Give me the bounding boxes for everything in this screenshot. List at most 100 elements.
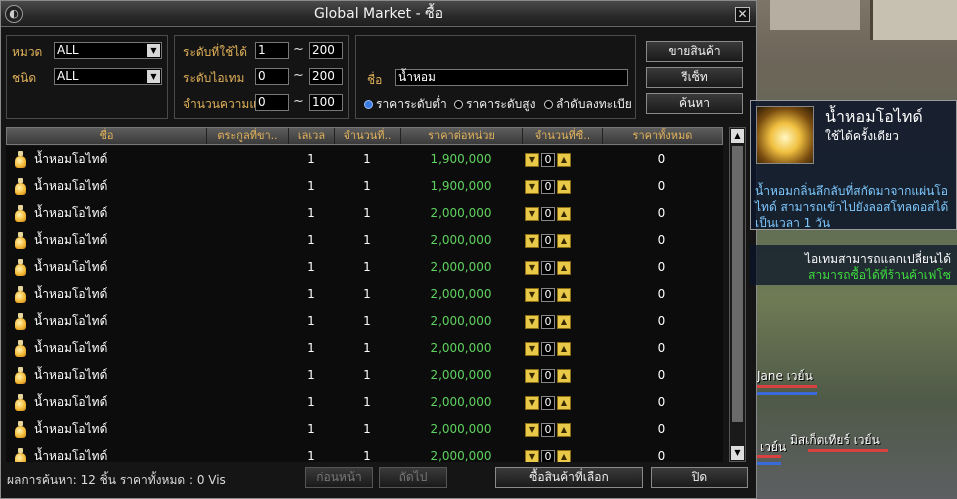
character-name-jane[interactable]: Jane เวย์น: [757, 367, 813, 386]
buy-quantity-value[interactable]: 0: [541, 207, 555, 221]
quantity-stepper[interactable]: ▼ 0 ▲: [525, 369, 573, 383]
character-name-misketier[interactable]: มิสเก็ตเทียร์ เวย์น: [790, 431, 880, 450]
column-header-unit-price[interactable]: ราคาต่อหน่วย: [401, 128, 523, 144]
window-menu-icon[interactable]: ◐: [5, 5, 23, 23]
decrease-icon[interactable]: ▼: [525, 234, 539, 248]
increase-icon[interactable]: ▲: [557, 153, 571, 167]
decrease-icon[interactable]: ▼: [525, 288, 539, 302]
buy-quantity-value[interactable]: 0: [541, 423, 555, 437]
item-count: 1: [363, 395, 371, 409]
increase-icon[interactable]: ▲: [557, 342, 571, 356]
increase-icon[interactable]: ▲: [557, 423, 571, 437]
column-header-seller[interactable]: ตระกูลที่ขา..: [207, 128, 289, 144]
column-header-name[interactable]: ชื่อ: [7, 128, 207, 144]
buy-quantity-value[interactable]: 0: [541, 396, 555, 410]
sort-registration-radio[interactable]: ลำดับลงทะเบีย: [544, 95, 638, 114]
scrollbar-thumb[interactable]: [732, 146, 743, 422]
decrease-icon[interactable]: ▼: [525, 423, 539, 437]
increase-icon[interactable]: ▲: [557, 369, 571, 383]
buy-quantity-value[interactable]: 0: [541, 342, 555, 356]
quantity-stepper[interactable]: ▼ 0 ▲: [525, 423, 573, 437]
quantity-stepper[interactable]: ▼ 0 ▲: [525, 450, 573, 462]
type-select[interactable]: ALL ▼: [54, 68, 162, 85]
item-tooltip-notes: ไอเทมสามารถแลกเปลี่ยนได้ สามารถซื้อได้ที…: [750, 245, 957, 285]
item-level-min-input[interactable]: 0: [255, 68, 289, 85]
decrease-icon[interactable]: ▼: [525, 342, 539, 356]
scroll-down-icon[interactable]: ▼: [731, 446, 744, 460]
table-row[interactable]: น้ำหอมโอไทด์ 1 1 2,000,000 ▼ 0 ▲ 0: [6, 362, 723, 389]
table-row[interactable]: น้ำหอมโอไทด์ 1 1 2,000,000 ▼ 0 ▲ 0: [6, 443, 723, 462]
quantity-stepper[interactable]: ▼ 0 ▲: [525, 207, 573, 221]
increase-icon[interactable]: ▲: [557, 450, 571, 462]
buy-quantity-value[interactable]: 0: [541, 180, 555, 194]
table-row[interactable]: น้ำหอมโอไทด์ 1 1 2,000,000 ▼ 0 ▲ 0: [6, 200, 723, 227]
usable-level-max-input[interactable]: 200: [309, 42, 343, 59]
increase-icon[interactable]: ▲: [557, 207, 571, 221]
table-row[interactable]: น้ำหอมโอไทด์ 1 1 2,000,000 ▼ 0 ▲ 0: [6, 335, 723, 362]
quantity-stepper[interactable]: ▼ 0 ▲: [525, 315, 573, 329]
decrease-icon[interactable]: ▼: [525, 450, 539, 462]
results-scrollbar[interactable]: ▲ ▼: [729, 127, 746, 462]
table-row[interactable]: น้ำหอมโอไทด์ 1 1 2,000,000 ▼ 0 ▲ 0: [6, 308, 723, 335]
sell-button[interactable]: ขายสินค้า: [646, 41, 743, 62]
decrease-icon[interactable]: ▼: [525, 180, 539, 194]
buy-selected-button[interactable]: ซื้อสินค้าที่เลือก: [495, 467, 643, 488]
table-row[interactable]: น้ำหอมโอไทด์ 1 1 1,900,000 ▼ 0 ▲ 0: [6, 173, 723, 200]
scroll-up-icon[interactable]: ▲: [731, 129, 744, 143]
buy-quantity-value[interactable]: 0: [541, 288, 555, 302]
buy-quantity-value[interactable]: 0: [541, 450, 555, 462]
decrease-icon[interactable]: ▼: [525, 153, 539, 167]
table-row[interactable]: น้ำหอมโอไทด์ 1 1 2,000,000 ▼ 0 ▲ 0: [6, 416, 723, 443]
table-row[interactable]: น้ำหอมโอไทด์ 1 1 2,000,000 ▼ 0 ▲ 0: [6, 227, 723, 254]
quantity-stepper[interactable]: ▼ 0 ▲: [525, 288, 573, 302]
quantity-stepper[interactable]: ▼ 0 ▲: [525, 180, 573, 194]
table-row[interactable]: น้ำหอมโอไทด์ 1 1 1,900,000 ▼ 0 ▲ 0: [6, 146, 723, 173]
close-button[interactable]: ปิด: [651, 467, 748, 488]
reset-button[interactable]: รีเซ็ท: [646, 67, 743, 88]
next-page-button[interactable]: ถัดไป: [379, 467, 447, 488]
increase-icon[interactable]: ▲: [557, 234, 571, 248]
decrease-icon[interactable]: ▼: [525, 207, 539, 221]
search-input[interactable]: น้ำหอม: [395, 69, 628, 86]
sort-high-price-radio[interactable]: ราคาระดับสูง: [454, 95, 535, 114]
search-button[interactable]: ค้นหา: [646, 93, 743, 114]
table-row[interactable]: น้ำหอมโอไทด์ 1 1 2,000,000 ▼ 0 ▲ 0: [6, 389, 723, 416]
durability-min-input[interactable]: 0: [255, 94, 289, 111]
item-level: 1: [307, 449, 315, 462]
increase-icon[interactable]: ▲: [557, 288, 571, 302]
buy-quantity-value[interactable]: 0: [541, 369, 555, 383]
usable-level-min-input[interactable]: 1: [255, 42, 289, 59]
increase-icon[interactable]: ▲: [557, 396, 571, 410]
close-icon[interactable]: ✕: [735, 7, 750, 22]
decrease-icon[interactable]: ▼: [525, 396, 539, 410]
chevron-down-icon[interactable]: ▼: [147, 70, 160, 83]
quantity-stepper[interactable]: ▼ 0 ▲: [525, 153, 573, 167]
prev-page-button[interactable]: ก่อนหน้า: [305, 467, 373, 488]
item-level-max-input[interactable]: 200: [309, 68, 343, 85]
column-header-count[interactable]: จำนวนที่..: [335, 128, 401, 144]
buy-quantity-value[interactable]: 0: [541, 234, 555, 248]
sort-low-price-radio[interactable]: ราคาระดับต่ำ: [364, 95, 447, 114]
decrease-icon[interactable]: ▼: [525, 369, 539, 383]
category-select[interactable]: ALL ▼: [54, 42, 162, 59]
quantity-stepper[interactable]: ▼ 0 ▲: [525, 261, 573, 275]
window-titlebar[interactable]: Global Market - ซื้อ: [1, 1, 756, 27]
chevron-down-icon[interactable]: ▼: [147, 44, 160, 57]
column-header-buy-qty[interactable]: จำนวนที่ซื..: [523, 128, 603, 144]
column-header-level[interactable]: เลเวล: [289, 128, 335, 144]
buy-quantity-value[interactable]: 0: [541, 315, 555, 329]
increase-icon[interactable]: ▲: [557, 315, 571, 329]
column-header-total[interactable]: ราคาทั้งหมด: [603, 128, 722, 144]
decrease-icon[interactable]: ▼: [525, 261, 539, 275]
increase-icon[interactable]: ▲: [557, 180, 571, 194]
buy-quantity-value[interactable]: 0: [541, 153, 555, 167]
table-row[interactable]: น้ำหอมโอไทด์ 1 1 2,000,000 ▼ 0 ▲ 0: [6, 254, 723, 281]
quantity-stepper[interactable]: ▼ 0 ▲: [525, 396, 573, 410]
decrease-icon[interactable]: ▼: [525, 315, 539, 329]
increase-icon[interactable]: ▲: [557, 261, 571, 275]
buy-quantity-value[interactable]: 0: [541, 261, 555, 275]
quantity-stepper[interactable]: ▼ 0 ▲: [525, 234, 573, 248]
durability-max-input[interactable]: 100: [309, 94, 343, 111]
quantity-stepper[interactable]: ▼ 0 ▲: [525, 342, 573, 356]
table-row[interactable]: น้ำหอมโอไทด์ 1 1 2,000,000 ▼ 0 ▲ 0: [6, 281, 723, 308]
